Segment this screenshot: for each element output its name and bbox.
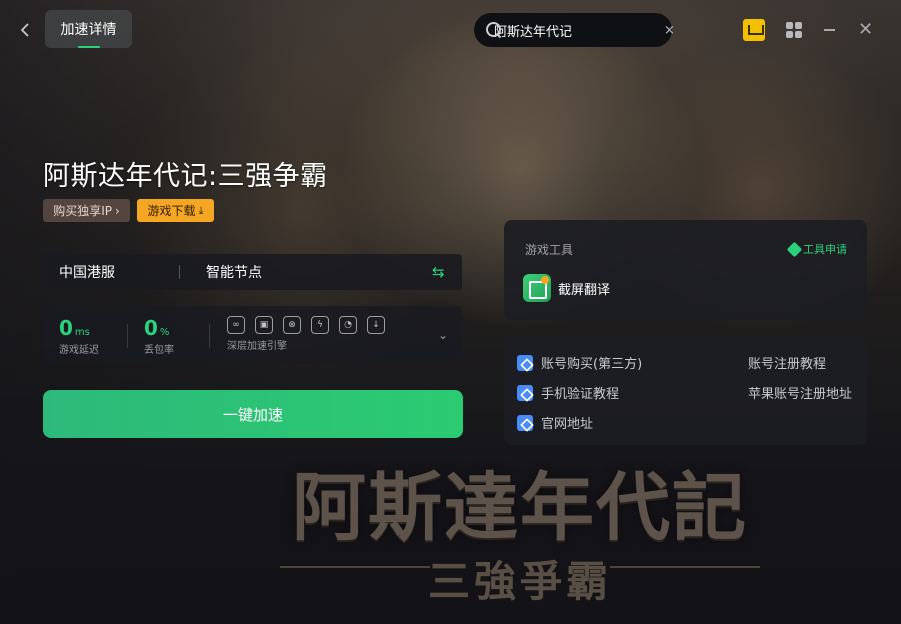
engine-label: 深层加速引擎 <box>227 341 287 352</box>
tool-apply-label: 工具申请 <box>803 243 847 256</box>
swap-icon[interactable]: ⇆ <box>432 264 448 280</box>
link-account-register-guide[interactable]: 账号注册教程 <box>748 353 826 372</box>
server-selector[interactable]: 中国港服 智能节点 ⇆ <box>43 254 462 290</box>
search-input[interactable] <box>494 22 664 38</box>
link-bullet-icon <box>517 354 533 371</box>
loss-value: 0 <box>144 316 158 340</box>
divider <box>127 324 128 348</box>
link-label: 账号注册教程 <box>748 357 827 372</box>
logo-main-text: 阿斯達年代記 <box>292 465 748 551</box>
link-label: 账号购买(第三方) <box>541 357 643 372</box>
tab-acceleration-details[interactable]: 加速详情 <box>45 10 132 48</box>
gift-icon[interactable] <box>743 19 765 41</box>
lightning-icon: ϟ <box>311 316 329 334</box>
buy-exclusive-ip-button[interactable]: 购买独享IP › <box>43 199 130 222</box>
logo-divider-left <box>280 566 430 568</box>
game-title: 阿斯达年代记:三强争霸 <box>43 161 328 192</box>
acceleration-engine: ∞ ▣ ⊗ ϟ ◔ ↓ 深层加速引擎 <box>227 316 385 352</box>
link-label: 官网地址 <box>541 417 594 432</box>
game-logo-art: 阿斯達年代記 三強爭霸 <box>260 462 780 624</box>
close-window-button[interactable]: ✕ <box>858 19 873 41</box>
download-icon: ⤓ <box>198 203 204 217</box>
link-icon: ∞ <box>227 316 245 334</box>
loss-label: 丢包率 <box>144 345 174 356</box>
back-button[interactable] <box>14 18 36 42</box>
download-circle-icon: ↓ <box>367 316 385 334</box>
tool-screen-translate[interactable]: 截屏翻译 <box>523 274 610 302</box>
latency-label: 游戏延迟 <box>59 345 99 356</box>
divider <box>209 324 210 348</box>
link-apple-account-register[interactable]: 苹果账号注册地址 <box>748 383 852 402</box>
loss-unit: % <box>159 327 170 338</box>
link-bullet-icon <box>517 414 533 431</box>
download-label: 游戏下载 <box>147 204 196 218</box>
logo-divider-right <box>610 566 760 568</box>
game-download-button[interactable]: 游戏下载 ⤓ <box>137 199 214 222</box>
latency-stat: 0 ms 游戏延迟 <box>59 316 99 356</box>
game-tools-panel: 游戏工具 工具申请 截屏翻译 <box>504 220 867 320</box>
tool-label: 截屏翻译 <box>558 282 611 298</box>
chevron-left-icon <box>20 23 29 37</box>
packet-loss-stat: 0% 丢包率 <box>144 316 174 356</box>
server-region[interactable]: 中国港服 <box>43 262 179 282</box>
tool-apply-button[interactable]: 工具申请 <box>786 241 847 257</box>
latency-unit: ms <box>74 327 90 338</box>
multi-path-icon: ⊗ <box>283 316 301 334</box>
one-click-accelerate-button[interactable]: 一键加速 <box>43 390 463 438</box>
tools-title: 游戏工具 <box>525 243 574 257</box>
link-phone-verification[interactable]: 手机验证教程 <box>517 383 619 402</box>
link-bullet-icon <box>517 384 533 401</box>
search-bar[interactable]: × <box>474 13 675 47</box>
screen-translate-icon <box>523 274 551 302</box>
link-account-purchase[interactable]: 账号购买(第三方) <box>517 353 642 372</box>
buy-ip-label: 购买独享IP <box>53 204 112 218</box>
apps-grid-icon[interactable] <box>786 22 802 38</box>
speedometer-icon: ◔ <box>339 316 357 334</box>
game-links-panel: 账号购买(第三方) 手机验证教程 官网地址 账号注册教程 苹果账号注册地址 <box>504 337 867 445</box>
chevron-right-icon: › <box>114 203 120 218</box>
network-stats-panel: 0 ms 游戏延迟 0% 丢包率 ∞ ▣ ⊗ ϟ ◔ ↓ 深层加速引擎 ⌄ <box>43 306 462 364</box>
logo-sub-text: 三強爭霸 <box>427 557 612 606</box>
latency-value: 0 <box>59 316 73 340</box>
chevron-down-icon[interactable]: ⌄ <box>438 328 448 342</box>
link-label: 手机验证教程 <box>541 387 620 402</box>
server-node[interactable]: 智能节点 <box>180 262 432 282</box>
minimize-button[interactable] <box>824 29 835 31</box>
cube-icon <box>786 241 803 257</box>
link-label: 苹果账号注册地址 <box>748 387 853 402</box>
window-icon: ▣ <box>255 316 273 334</box>
link-official-site[interactable]: 官网地址 <box>517 413 593 432</box>
clear-search-button[interactable]: × <box>664 23 675 38</box>
